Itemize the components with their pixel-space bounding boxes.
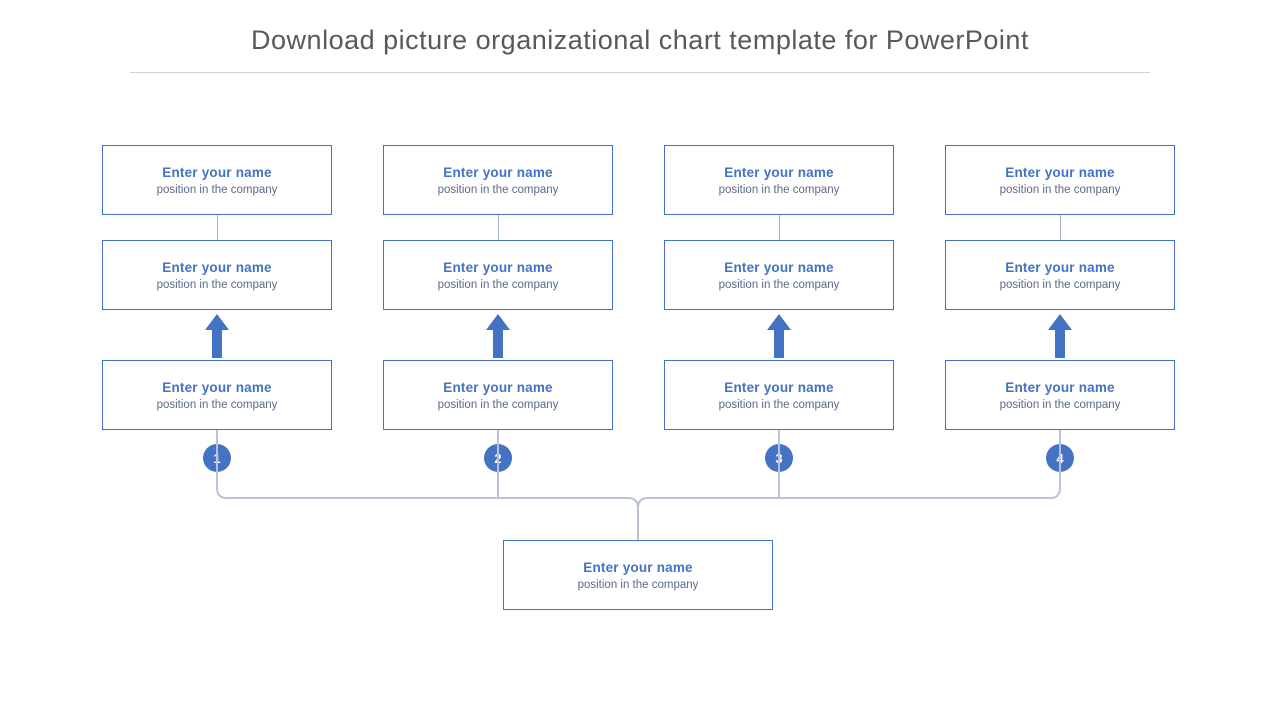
org-card-col4-row2: Enter your name position in the company bbox=[945, 240, 1175, 310]
number-badge-3: 3 bbox=[765, 444, 793, 472]
connector-vline bbox=[217, 215, 218, 240]
title-divider bbox=[130, 72, 1150, 73]
card-position: position in the company bbox=[578, 579, 699, 591]
org-card-col1-row1: Enter your name position in the company bbox=[102, 145, 332, 215]
card-name: Enter your name bbox=[162, 260, 272, 275]
org-card-col2-row2: Enter your name position in the company bbox=[383, 240, 613, 310]
org-card-root: Enter your name position in the company bbox=[503, 540, 773, 610]
connector-vline bbox=[779, 215, 780, 240]
arrow-up-icon bbox=[486, 314, 510, 358]
arrow-up-icon bbox=[767, 314, 791, 358]
card-position: position in the company bbox=[438, 184, 559, 196]
card-position: position in the company bbox=[438, 279, 559, 291]
card-name: Enter your name bbox=[1005, 260, 1115, 275]
connector-vline bbox=[498, 215, 499, 240]
number-badge-4: 4 bbox=[1046, 444, 1074, 472]
number-badge-1: 1 bbox=[203, 444, 231, 472]
org-card-col1-row2: Enter your name position in the company bbox=[102, 240, 332, 310]
card-name: Enter your name bbox=[443, 380, 553, 395]
card-position: position in the company bbox=[719, 399, 840, 411]
org-card-col2-row3: Enter your name position in the company bbox=[383, 360, 613, 430]
number-badge-2: 2 bbox=[484, 444, 512, 472]
card-name: Enter your name bbox=[162, 380, 272, 395]
card-name: Enter your name bbox=[1005, 380, 1115, 395]
card-name: Enter your name bbox=[724, 165, 834, 180]
card-name: Enter your name bbox=[162, 165, 272, 180]
card-name: Enter your name bbox=[724, 380, 834, 395]
org-card-col3-row3: Enter your name position in the company bbox=[664, 360, 894, 430]
card-name: Enter your name bbox=[443, 165, 553, 180]
org-card-col4-row1: Enter your name position in the company bbox=[945, 145, 1175, 215]
card-name: Enter your name bbox=[583, 560, 693, 575]
arrow-up-icon bbox=[1048, 314, 1072, 358]
card-name: Enter your name bbox=[1005, 165, 1115, 180]
card-position: position in the company bbox=[157, 184, 278, 196]
card-position: position in the company bbox=[438, 399, 559, 411]
card-name: Enter your name bbox=[724, 260, 834, 275]
card-position: position in the company bbox=[1000, 279, 1121, 291]
card-position: position in the company bbox=[1000, 184, 1121, 196]
slide-title: Download picture organizational chart te… bbox=[0, 25, 1280, 56]
org-card-col3-row1: Enter your name position in the company bbox=[664, 145, 894, 215]
card-name: Enter your name bbox=[443, 260, 553, 275]
connector-vline bbox=[1060, 215, 1061, 240]
card-position: position in the company bbox=[719, 279, 840, 291]
arrow-up-icon bbox=[205, 314, 229, 358]
card-position: position in the company bbox=[1000, 399, 1121, 411]
org-card-col1-row3: Enter your name position in the company bbox=[102, 360, 332, 430]
org-card-col3-row2: Enter your name position in the company bbox=[664, 240, 894, 310]
card-position: position in the company bbox=[719, 184, 840, 196]
card-position: position in the company bbox=[157, 279, 278, 291]
org-card-col2-row1: Enter your name position in the company bbox=[383, 145, 613, 215]
org-card-col4-row3: Enter your name position in the company bbox=[945, 360, 1175, 430]
card-position: position in the company bbox=[157, 399, 278, 411]
